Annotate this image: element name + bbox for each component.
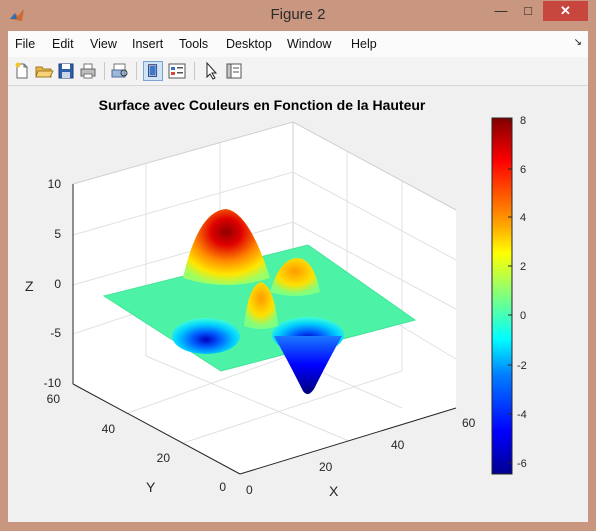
z-tick-label: 5	[54, 227, 61, 241]
colorbar-tick-label: 0	[520, 310, 526, 322]
menu-file[interactable]: File	[15, 37, 35, 51]
x-tick-label: 0	[246, 483, 253, 497]
close-button[interactable]: ✕	[543, 1, 588, 21]
menu-desktop[interactable]: Desktop	[226, 37, 272, 51]
menu-bar: File Edit View Insert Tools Desktop Wind…	[8, 31, 588, 58]
x-tick-label: 20	[319, 460, 333, 474]
z-axis: 10 5 0 -5 -10 Z	[25, 177, 61, 390]
y-tick-label: 0	[219, 480, 226, 494]
z-axis-label: Z	[25, 278, 34, 294]
surface-valley	[172, 318, 240, 354]
toolbar-separator	[194, 62, 195, 80]
toolbar-separator	[136, 62, 137, 80]
z-tick-label: -5	[50, 326, 61, 340]
new-figure-icon[interactable]	[12, 61, 32, 81]
colorbar[interactable]: 8 6 4 2 0 -2 -4 -6	[491, 115, 527, 475]
menu-expand-icon[interactable]: ↘	[574, 37, 582, 48]
colorbar-tick-label: 8	[520, 115, 526, 127]
save-icon[interactable]	[56, 61, 76, 81]
colorbar-tick-label: -6	[517, 458, 527, 470]
plot-tools-icon[interactable]	[167, 61, 187, 81]
colorbar-tick-label: 6	[520, 164, 526, 176]
colorbar-tick-label: -2	[517, 360, 527, 372]
figure-toolbar	[8, 57, 588, 86]
toolbar-separator	[104, 62, 105, 80]
surface-plot[interactable]: Surface avec Couleurs en Fonction de la …	[8, 86, 588, 522]
x-tick-label: 60	[462, 416, 476, 430]
open-file-icon[interactable]	[34, 61, 54, 81]
z-tick-label: -10	[44, 376, 62, 390]
pointer-icon[interactable]	[201, 61, 221, 81]
y-tick-label: 60	[47, 392, 61, 406]
print-icon[interactable]	[78, 61, 98, 81]
figure-canvas: Surface avec Couleurs en Fonction de la …	[8, 86, 588, 522]
docked-figure-icon[interactable]	[143, 61, 163, 81]
colorbar-tick-label: 4	[520, 212, 526, 224]
z-tick-label: 0	[54, 277, 61, 291]
minimize-button[interactable]: —	[488, 1, 514, 21]
colorbar-tick-label: -4	[517, 409, 527, 421]
y-axis-label: Y	[146, 479, 156, 495]
x-axis-label: X	[329, 483, 339, 499]
y-tick-label: 40	[102, 422, 116, 436]
menu-edit[interactable]: Edit	[52, 37, 74, 51]
figure-window: Figure 2 — □ ✕ File Edit View Insert Too…	[0, 0, 596, 531]
colorbar-gradient	[491, 117, 513, 475]
menu-help[interactable]: Help	[351, 37, 377, 51]
plot-title: Surface avec Couleurs en Fonction de la …	[99, 97, 426, 113]
menu-window[interactable]: Window	[287, 37, 331, 51]
y-tick-label: 20	[157, 451, 171, 465]
z-tick-label: 10	[48, 177, 62, 191]
x-tick-label: 40	[391, 438, 405, 452]
title-bar[interactable]: Figure 2 — □ ✕	[0, 0, 596, 30]
menu-tools[interactable]: Tools	[179, 37, 208, 51]
print-preview-icon[interactable]	[110, 61, 130, 81]
menu-insert[interactable]: Insert	[132, 37, 163, 51]
maximize-button[interactable]: □	[515, 1, 541, 21]
property-editor-icon[interactable]	[224, 61, 244, 81]
menu-view[interactable]: View	[90, 37, 117, 51]
colorbar-tick-label: 2	[520, 261, 526, 273]
